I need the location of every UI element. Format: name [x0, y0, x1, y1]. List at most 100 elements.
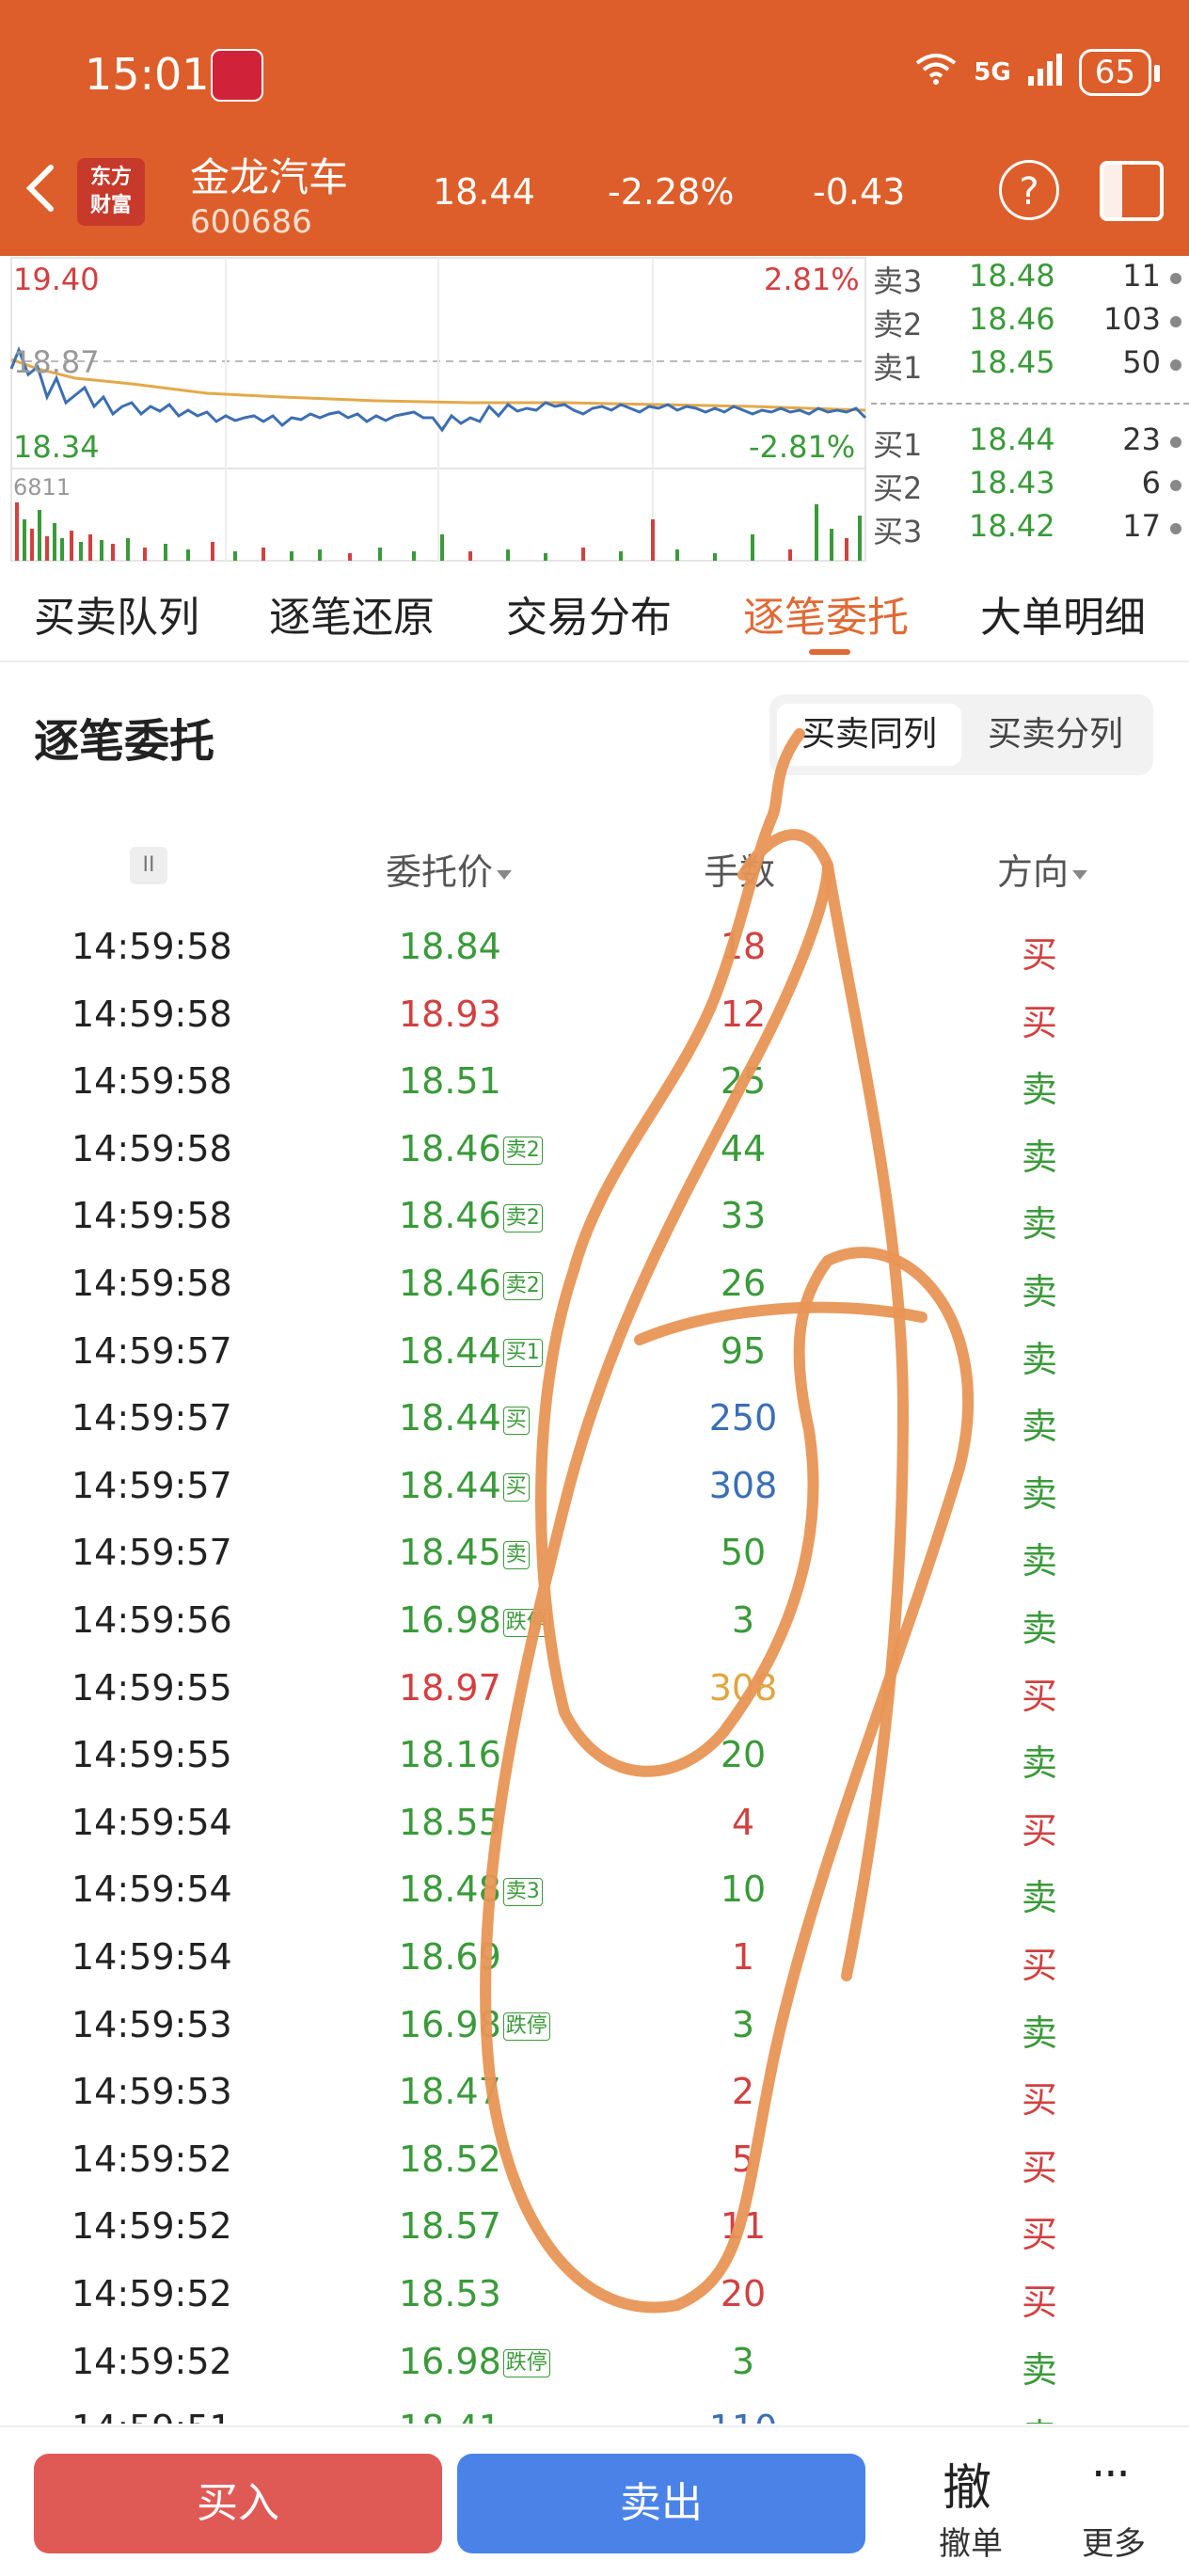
table-row[interactable]: 14:59:52 18.52 5 买 — [0, 2122, 1189, 2189]
table-row[interactable]: 14:59:52 18.53 20 买 — [0, 2256, 1189, 2324]
tab-tick-restore[interactable]: 逐笔还原 — [269, 583, 435, 644]
table-row[interactable]: 14:59:58 18.84 18 买 — [0, 909, 1189, 977]
order-book-divider — [871, 403, 1189, 405]
order-volume: 3 — [731, 2340, 755, 2382]
table-row[interactable]: 14:59:51 18.41 110 卖 — [0, 2391, 1189, 2424]
stock-code: 600686 — [190, 203, 312, 241]
pause-icon[interactable]: II — [130, 847, 167, 884]
order-time: 14:59:58 — [71, 1195, 232, 1237]
tab-tick-orders[interactable]: 逐笔委托 — [743, 583, 909, 644]
cancel-order-label[interactable]: 撤单 — [939, 2518, 1003, 2564]
order-volume: 18 — [720, 926, 767, 967]
back-button[interactable] — [21, 160, 58, 226]
order-direction: 卖 — [1022, 1608, 1058, 1649]
order-volume: 10 — [720, 1868, 767, 1911]
order-price: 18.46 — [399, 1263, 501, 1304]
table-row[interactable]: 14:59:58 18.46 卖2 26 卖 — [0, 1246, 1189, 1313]
table-row[interactable]: 14:59:54 18.48 卖3 10 卖 — [0, 1852, 1189, 1919]
stock-name: 金龙汽车 — [190, 154, 349, 200]
order-price-cell: 18.16 — [399, 1734, 501, 1775]
table-row[interactable]: 14:59:55 18.16 20 卖 — [0, 1717, 1189, 1785]
tab-order-queue[interactable]: 买卖队列 — [34, 583, 199, 644]
table-row[interactable]: 14:59:57 18.44 买 250 卖 — [0, 1380, 1189, 1448]
stock-price: 18.44 — [433, 171, 535, 213]
ask-volume: 11 — [1122, 258, 1161, 294]
sell-button[interactable]: 卖出 — [457, 2454, 865, 2553]
table-row[interactable]: 14:59:53 16.98 跌停 3 卖 — [0, 1987, 1189, 2055]
cancel-order-icon[interactable]: 撤 — [943, 2448, 991, 2519]
ask-price: 18.46 — [969, 301, 1055, 337]
bottom-action-bar: 买入 卖出 撤 撤单 ··· 更多 — [0, 2425, 1189, 2576]
order-time: 14:59:58 — [71, 1060, 232, 1103]
order-volume: 20 — [720, 2273, 767, 2314]
ask-label: 卖1 — [873, 350, 923, 386]
order-time: 14:59:55 — [71, 1734, 232, 1776]
column-header-volume[interactable]: 手数 — [704, 843, 775, 895]
status-time: 15:01 — [85, 49, 210, 100]
order-time: 14:59:53 — [71, 2071, 232, 2113]
order-price-cell: 18.51 — [399, 1060, 501, 1102]
help-button[interactable]: ? — [999, 160, 1059, 220]
table-row[interactable]: 14:59:52 18.57 11 买 — [0, 2188, 1189, 2256]
order-direction: 买 — [1022, 1001, 1058, 1043]
order-time: 14:59:58 — [71, 993, 232, 1035]
order-direction: 买 — [1022, 2146, 1058, 2188]
table-row[interactable]: 14:59:53 18.47 2 买 — [0, 2054, 1189, 2122]
order-time: 14:59:55 — [71, 1666, 232, 1709]
wifi-icon — [913, 52, 959, 93]
table-row[interactable]: 14:59:54 18.69 1 买 — [0, 1919, 1189, 1987]
order-direction: 卖 — [1022, 1472, 1058, 1515]
tab-large-orders[interactable]: 大单明细 — [980, 583, 1146, 644]
table-row[interactable]: 14:59:55 18.97 308 买 — [0, 1650, 1189, 1718]
ask-price: 18.48 — [969, 258, 1055, 294]
table-row[interactable]: 14:59:57 18.45 卖 50 卖 — [0, 1515, 1189, 1582]
column-header-price[interactable]: 委托价 — [386, 843, 513, 895]
order-volume: 50 — [720, 1532, 767, 1574]
order-volume: 2 — [731, 2071, 755, 2113]
app-header: 15:01 5G 65 东方 财富 金龙汽车 600686 18.44 -2.28… — [0, 0, 1189, 256]
ask-label: 卖3 — [873, 263, 923, 299]
price-chart-svg — [9, 257, 867, 562]
toggle-split-column[interactable]: 买卖分列 — [965, 704, 1146, 766]
order-price-cell: 18.97 — [399, 1667, 501, 1709]
order-price: 18.53 — [399, 2273, 501, 2314]
column-header-direction[interactable]: 方向 — [997, 843, 1088, 895]
table-row[interactable]: 14:59:54 18.55 4 买 — [0, 1785, 1189, 1852]
order-time: 14:59:52 — [71, 2273, 232, 2314]
order-price: 18.41 — [399, 2408, 501, 2424]
toggle-same-column[interactable]: 买卖同列 — [777, 704, 961, 766]
table-row[interactable]: 14:59:56 16.98 跌停 3 卖 — [0, 1582, 1189, 1650]
order-price: 18.45 — [399, 1532, 501, 1574]
order-direction: 卖 — [1022, 1877, 1058, 1919]
order-time: 14:59:51 — [71, 2408, 232, 2424]
table-row[interactable]: 14:59:58 18.46 卖2 44 卖 — [0, 1111, 1189, 1179]
chart-high-pct: 2.81% — [764, 262, 860, 297]
battery-indicator: 65 — [1078, 49, 1161, 96]
layout-switch-icon[interactable] — [1099, 160, 1165, 222]
order-level-tag: 买 — [502, 1473, 530, 1503]
order-price: 16.98 — [399, 2340, 501, 2382]
tick-order-list[interactable]: 14:59:58 18.84 18 买 14:59:58 18.93 12 买 14:59:58… — [0, 909, 1189, 2424]
buy-button[interactable]: 买入 — [34, 2454, 442, 2553]
order-price: 16.98 — [399, 2003, 501, 2045]
order-volume: 5 — [731, 2138, 755, 2180]
order-price: 18.46 — [399, 1127, 501, 1169]
table-row[interactable]: 14:59:58 18.51 25 卖 — [0, 1043, 1189, 1111]
table-row[interactable]: 14:59:58 18.46 卖2 33 卖 — [0, 1178, 1189, 1246]
order-volume: 20 — [720, 1734, 767, 1776]
table-row[interactable]: 14:59:58 18.93 12 买 — [0, 977, 1189, 1044]
more-icon[interactable]: ··· — [1091, 2448, 1131, 2501]
table-row[interactable]: 14:59:52 16.98 跌停 3 卖 — [0, 2324, 1189, 2392]
order-price-cell: 16.98 跌停 — [399, 2004, 550, 2045]
table-row[interactable]: 14:59:57 18.44 买 308 卖 — [0, 1448, 1189, 1516]
table-row[interactable]: 14:59:57 18.44 买1 95 卖 — [0, 1313, 1189, 1381]
dot-icon — [1170, 316, 1181, 327]
order-level-tag: 跌停 — [502, 2012, 550, 2042]
tab-trade-distribution[interactable]: 交易分布 — [506, 583, 672, 644]
ask-label: 卖2 — [873, 307, 923, 342]
more-label[interactable]: 更多 — [1082, 2518, 1146, 2564]
order-direction: 卖 — [1022, 1338, 1058, 1380]
order-volume: 3 — [731, 1599, 755, 1641]
ask-row: 卖2 18.46 103 — [871, 301, 1189, 344]
order-price-cell: 18.44 买 — [399, 1465, 530, 1506]
